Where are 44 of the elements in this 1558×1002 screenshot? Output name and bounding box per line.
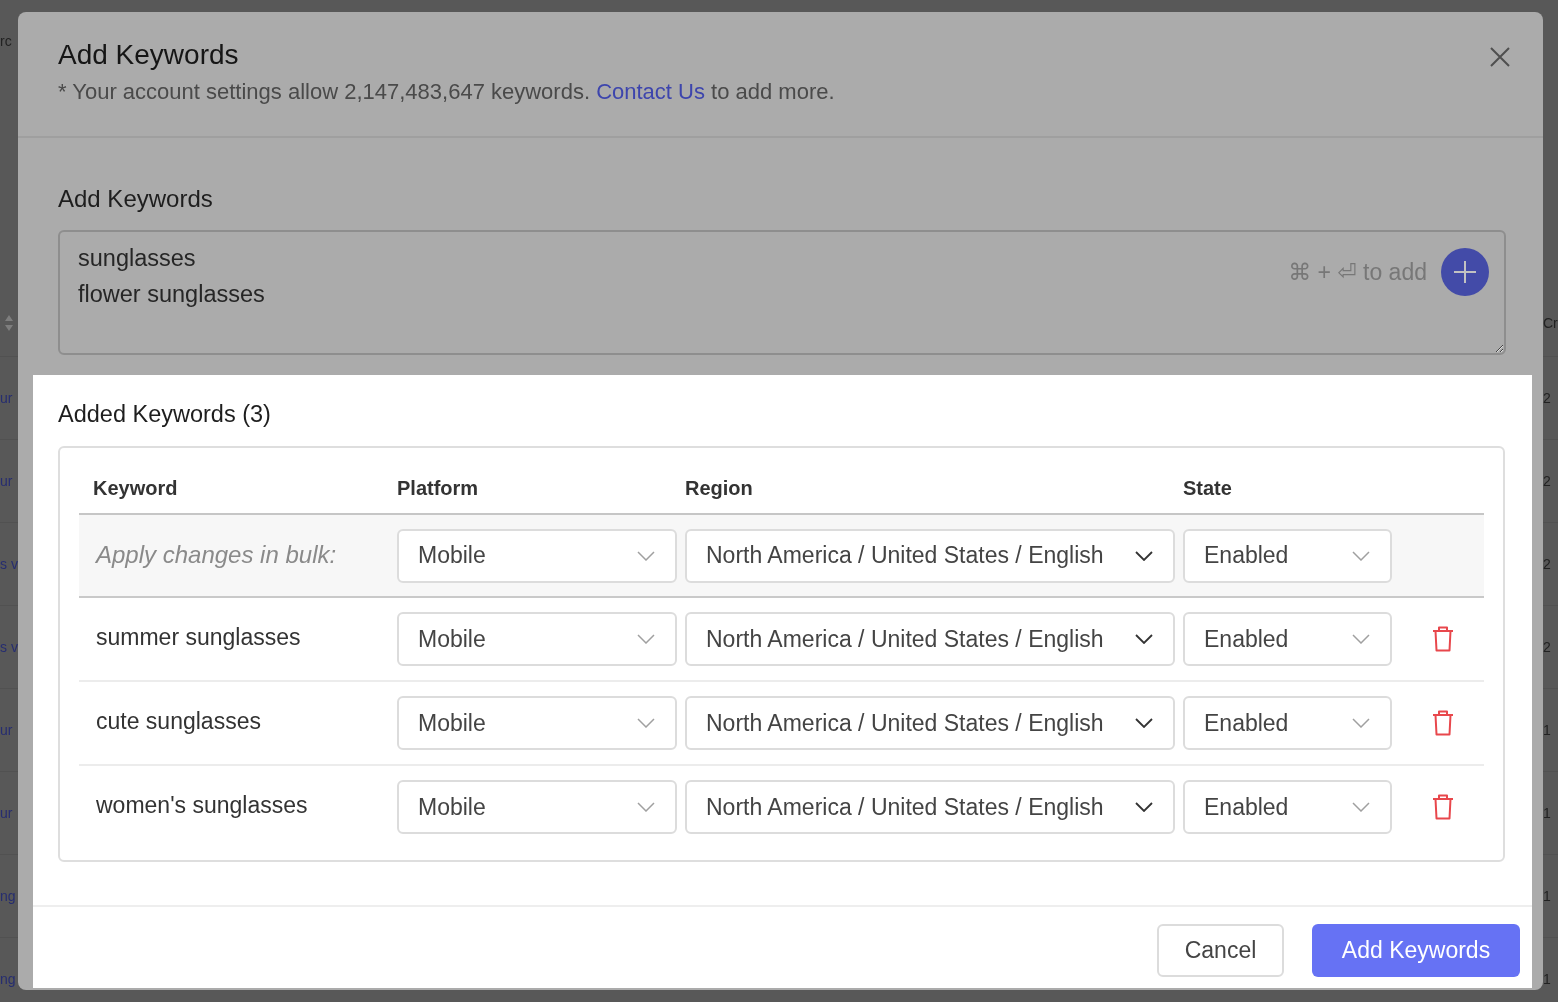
chevron-down-icon [637,634,655,644]
sort-icon [5,315,13,331]
dialog-title: Add Keywords [58,38,240,72]
chevron-down-icon [1135,550,1153,561]
chevron-down-icon [1352,802,1370,812]
chevron-down-icon [1352,550,1370,561]
state-dropdown[interactable]: Enabled [1183,612,1392,666]
chevron-down-icon [637,550,655,561]
close-icon[interactable] [1490,47,1510,67]
account-limit-note: * Your account settings allow 2,147,483,647 keywords. Contact Us to add more. [58,78,835,106]
section-title: Added Keywords (3) [58,400,272,428]
region-dropdown[interactable]: North America / United States / English [685,528,1175,583]
platform-dropdown[interactable]: Mobile [397,612,677,666]
state-dropdown[interactable]: Enabled [1183,696,1392,750]
region-dropdown[interactable]: North America / United States / English [685,780,1175,834]
keyword-text: cute sunglasses [95,707,261,735]
trash-icon[interactable] [1432,794,1454,820]
trash-icon[interactable] [1432,626,1454,652]
trash-icon[interactable] [1432,710,1454,736]
section-label: Add Keywords [58,185,214,213]
bulk-edit-label: Apply changes in bulk: [94,540,337,569]
region-dropdown[interactable]: North America / United States / English [685,696,1175,750]
chevron-down-icon [1352,718,1370,728]
chevron-down-icon [1135,718,1153,728]
platform-dropdown[interactable]: Mobile [397,696,677,750]
region-dropdown[interactable]: North America / United States / English [685,612,1175,666]
chevron-down-icon [1352,634,1370,644]
keyword-text: summer sunglasses [95,623,301,651]
column-header: Region [685,475,754,500]
chevron-down-icon [637,802,655,812]
column-header: Keyword [92,475,179,500]
state-dropdown[interactable]: Enabled [1183,528,1392,583]
column-header: Platform [397,475,480,500]
platform-dropdown[interactable]: Mobile [397,528,677,583]
column-header: State [1183,475,1233,500]
state-dropdown[interactable]: Enabled [1183,780,1392,834]
keyword-text: women's sunglasses [95,791,308,819]
chevron-down-icon [637,718,655,728]
plus-icon [1454,261,1476,283]
add-keywords-button[interactable]: Add Keywords [1312,924,1520,977]
chevron-down-icon [1135,802,1153,812]
platform-dropdown[interactable]: Mobile [397,780,677,834]
cancel-button[interactable]: Cancel [1157,924,1284,977]
chevron-down-icon [1135,634,1153,644]
